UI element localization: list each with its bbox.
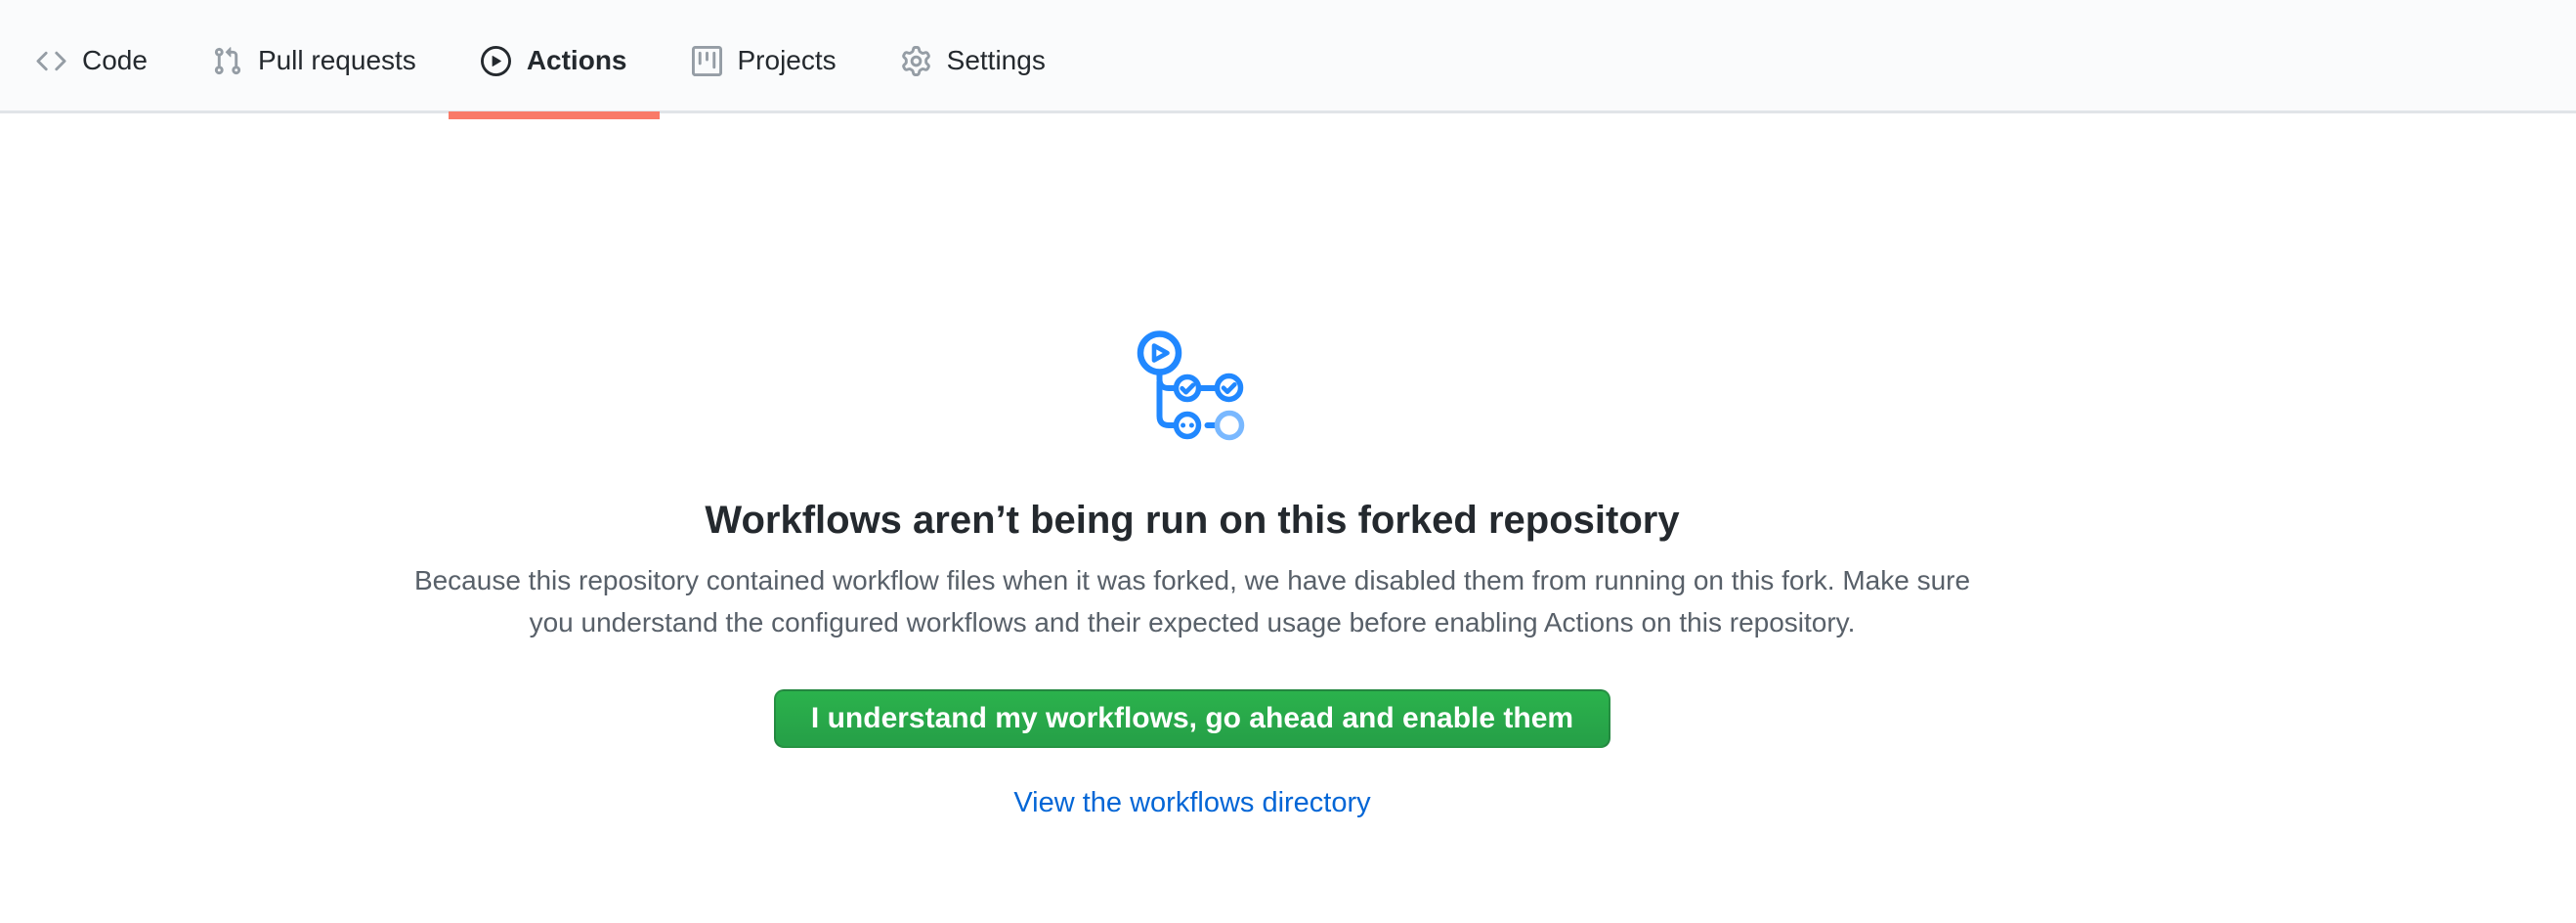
tab-settings-label: Settings: [947, 47, 1046, 74]
gear-icon: [901, 46, 931, 76]
tab-settings[interactable]: Settings: [869, 11, 1078, 110]
git-pull-request-icon: [212, 46, 242, 76]
repo-tab-bar: Code Pull requests Actions Projects Sett…: [0, 0, 2576, 113]
tab-actions-label: Actions: [527, 47, 627, 74]
tab-code-label: Code: [82, 47, 148, 74]
tab-projects-label: Projects: [738, 47, 837, 74]
code-icon: [36, 46, 66, 76]
tab-pull-requests-label: Pull requests: [258, 47, 416, 74]
enable-button-row: I understand my workflows, go ahead and …: [0, 689, 2384, 748]
workflow-graph-icon: [1136, 330, 1249, 449]
repo-tabs-nav: Code Pull requests Actions Projects Sett…: [0, 0, 2576, 110]
tab-pull-requests[interactable]: Pull requests: [180, 11, 449, 110]
actions-disabled-blankslate: Workflows aren’t being run on this forke…: [0, 113, 2384, 819]
view-workflows-directory-link[interactable]: View the workflows directory: [1013, 787, 1370, 818]
blankslate-description: Because this repository contained workfl…: [399, 559, 1987, 643]
tab-projects[interactable]: Projects: [660, 11, 869, 110]
workflows-link-row: View the workflows directory: [0, 787, 2384, 819]
blankslate-heading: Workflows aren’t being run on this forke…: [0, 497, 2384, 544]
tab-actions[interactable]: Actions: [449, 11, 660, 110]
play-icon: [481, 46, 511, 76]
tab-code[interactable]: Code: [4, 11, 180, 110]
enable-workflows-button[interactable]: I understand my workflows, go ahead and …: [774, 689, 1610, 748]
project-icon: [692, 46, 722, 76]
